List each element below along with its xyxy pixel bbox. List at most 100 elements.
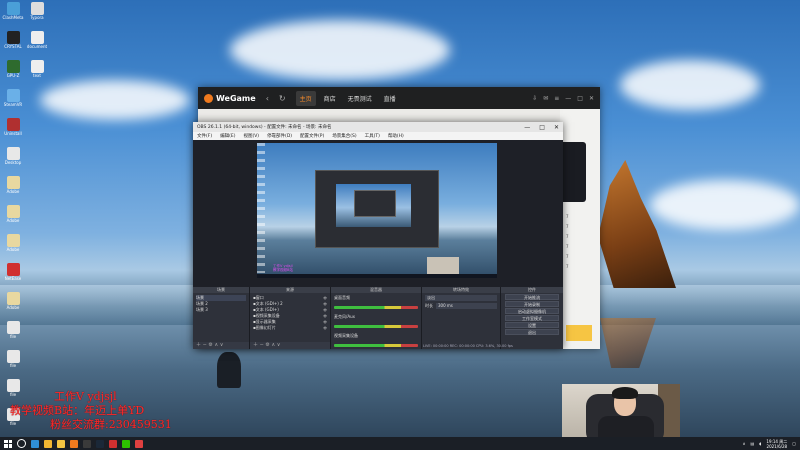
app-icon (6, 263, 20, 276)
visibility-icon[interactable]: 👁 (323, 325, 327, 331)
desktop-shortcut[interactable]: ClashMeta (2, 2, 24, 28)
desktop-shortcut[interactable]: SteamVR (2, 89, 24, 115)
minimize-icon[interactable]: — (565, 95, 571, 102)
app-icon (30, 60, 44, 73)
app-icon (6, 147, 20, 160)
obs-menubar: 文件(F) 编辑(E) 视图(V) 停靠部件(D) 配置文件(P) 场景集合(S) 工具(T… (193, 132, 563, 140)
edge-icon[interactable] (31, 439, 39, 448)
desktop-shortcut[interactable]: Adobe (2, 292, 24, 318)
netease-icon[interactable] (109, 439, 117, 448)
obs-menu-item[interactable]: 文件(F) (197, 133, 212, 139)
wegame-list-item[interactable]: 7 (566, 232, 594, 242)
control-button[interactable]: 启动虚拟摄像机 (505, 308, 559, 314)
wegame-tab[interactable]: 无畏测试 (344, 91, 376, 106)
start-icon[interactable] (4, 439, 12, 448)
desktop-shortcut[interactable]: Uninstall (2, 118, 24, 144)
chrome-icon[interactable] (44, 439, 52, 448)
desktop-shortcut[interactable]: Typora (26, 2, 48, 28)
obs-icon[interactable] (83, 439, 91, 448)
obs-preview-area[interactable]: 工作V ydjsjl 教学视频B站 (193, 140, 563, 300)
desktop-shortcut-label: Adobe (6, 305, 20, 310)
wegame-list-item[interactable]: 7 (566, 212, 594, 222)
wegame-tab[interactable]: 主页 (295, 90, 316, 106)
wegame-promo-button[interactable] (566, 325, 592, 341)
wegame-list-item[interactable]: 7 (566, 242, 594, 252)
wegame-list-item[interactable]: 7 (566, 222, 594, 232)
app-icon (6, 292, 20, 305)
obs-menu-item[interactable]: 编辑(E) (220, 133, 235, 139)
obs-menu-item[interactable]: 工具(T) (365, 133, 380, 139)
steam-icon[interactable] (96, 439, 104, 448)
desktop-shortcut-label: file (9, 363, 17, 368)
app-icon (6, 176, 20, 189)
sources-toolbar[interactable]: ＋ − ⚙ ∧ ∨ (250, 342, 330, 349)
control-button[interactable]: 工作室模式 (505, 315, 559, 321)
mixer-channel: 麦克风/Aux (331, 312, 421, 328)
desktop-shortcut[interactable]: Adobe (2, 205, 24, 231)
notification-icon[interactable]: ▢ (792, 441, 796, 446)
obs-close-icon[interactable]: ✕ (554, 124, 559, 131)
volume-meter[interactable] (334, 306, 418, 309)
control-button[interactable]: 开始录制 (505, 301, 559, 307)
tray-chevron-icon[interactable]: ∧ (743, 441, 746, 446)
webcam-overlay (562, 384, 680, 440)
nested-preview-window (354, 190, 396, 217)
transition-type-select[interactable]: 淡出 (425, 295, 497, 301)
search-icon[interactable] (17, 439, 26, 448)
obs-menu-item[interactable]: 视图(V) (243, 133, 259, 139)
menu-icon[interactable]: ≡ (554, 95, 559, 102)
obs-menu-item[interactable]: 停靠部件(D) (267, 133, 292, 139)
desktop-shortcut[interactable]: Adobe (2, 234, 24, 260)
obs-preview-canvas[interactable]: 工作V ydjsjl 教学视频B站 (257, 143, 497, 278)
close-icon[interactable]: ✕ (589, 95, 594, 102)
wegame-list-item[interactable]: 7 (566, 262, 594, 272)
scene-item[interactable]: 场景 3 (196, 307, 246, 313)
desktop-shortcut[interactable]: CRYSTAL (2, 31, 24, 57)
obs-minimize-icon[interactable]: — (524, 124, 530, 131)
wegame-icon[interactable] (70, 439, 78, 448)
mixer-channel: 视频采集设备 (331, 331, 421, 347)
app-icon (6, 2, 20, 15)
app-icon[interactable] (135, 439, 143, 448)
desktop-shortcut[interactable]: Desktop (2, 147, 24, 173)
desktop-shortcut[interactable]: GPU-Z (2, 60, 24, 86)
app-icon (6, 205, 20, 218)
obs-maximize-icon[interactable]: □ (539, 124, 545, 131)
desktop-shortcut[interactable]: Adobe (2, 176, 24, 202)
wegame-tab[interactable]: 商店 (320, 91, 340, 106)
obs-menu-item[interactable]: 帮助(H) (388, 133, 404, 139)
download-icon[interactable]: ⇩ (532, 95, 537, 102)
clock[interactable]: 19:14 周二 2021/6/28 (766, 439, 787, 449)
system-tray: ∧ ▤ ◖ 19:14 周二 2021/6/28 ▢ (743, 439, 796, 449)
refresh-icon[interactable]: ↻ (279, 94, 286, 103)
nested-preview (336, 184, 411, 227)
control-button[interactable]: 退出 (505, 329, 559, 335)
source-item[interactable]: ▪ 图像幻灯片 👁 (253, 325, 327, 331)
network-icon[interactable]: ▤ (751, 441, 755, 446)
desktop-shortcut[interactable]: text (26, 60, 48, 86)
volume-meter[interactable] (334, 325, 418, 328)
obs-window[interactable]: OBS 26.1.1 (64-bit, windows) - 配置文件: 未命名… (193, 122, 563, 349)
desktop-shortcut[interactable]: document (26, 31, 48, 57)
scenes-toolbar[interactable]: ＋ − ⚙ ∧ ∨ (193, 342, 249, 349)
volume-meter[interactable] (334, 344, 418, 347)
desktop-shortcut[interactable]: file (2, 321, 24, 347)
wegame-banner[interactable] (560, 142, 586, 202)
back-icon[interactable]: ‹ (266, 94, 269, 103)
desktop-shortcut[interactable]: NetEase (2, 263, 24, 289)
duration-input[interactable]: 300 ms (436, 303, 497, 309)
control-button[interactable]: 设置 (505, 322, 559, 328)
control-button[interactable]: 开始推流 (505, 294, 559, 300)
obs-menu-item[interactable]: 场景集合(S) (332, 133, 356, 139)
wegame-list-item[interactable]: 7 (566, 252, 594, 262)
maximize-icon[interactable]: □ (577, 95, 583, 102)
explorer-icon[interactable] (57, 439, 65, 448)
overlay-line-group: 粉丝交流群:230459531 (50, 418, 172, 431)
message-icon[interactable]: ✉ (543, 95, 548, 102)
wegame-window-controls: ⇩ ✉ ≡ — □ ✕ (532, 95, 594, 102)
desktop-shortcut[interactable]: file (2, 350, 24, 376)
obs-menu-item[interactable]: 配置文件(P) (300, 133, 324, 139)
volume-icon[interactable]: ◖ (759, 441, 761, 446)
wechat-icon[interactable] (122, 439, 130, 448)
wegame-tab[interactable]: 直播 (380, 91, 400, 106)
